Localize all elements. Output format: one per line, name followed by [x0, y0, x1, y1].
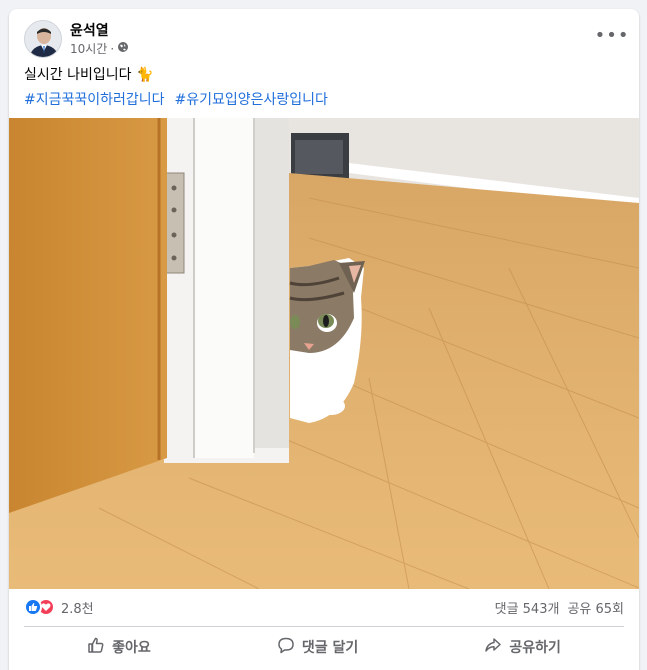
thumbs-up-icon — [87, 636, 105, 658]
post-header: 윤석열 10시간 · ••• — [9, 9, 639, 63]
divider — [24, 626, 624, 627]
post-card: 윤석열 10시간 · ••• 실시간 나비입니다 🐈 #지금꾹꾹이하러갑니다 #… — [9, 9, 639, 670]
post-time[interactable]: 10시간 — [70, 40, 107, 57]
globe-icon[interactable] — [117, 41, 129, 56]
post-text: 실시간 나비입니다 🐈 — [24, 67, 154, 83]
hashtag-list: #지금꾹꾹이하러갑니다 #유기묘입양은사랑입니다 — [24, 89, 328, 109]
comment-label: 댓글 달기 — [301, 640, 359, 656]
author-avatar[interactable] — [24, 20, 62, 58]
share-icon — [484, 636, 502, 658]
like-icon — [24, 598, 42, 616]
post-meta: 10시간 · — [70, 40, 129, 57]
author-name[interactable]: 윤석열 — [70, 20, 109, 40]
hashtag-link[interactable]: #지금꾹꾹이하러갑니다 — [24, 89, 165, 109]
like-button[interactable]: 좋아요 — [73, 630, 165, 664]
comment-icon — [277, 636, 295, 658]
post-actions: 좋아요 댓글 달기 공유하기 — [24, 630, 624, 664]
meta-separator: · — [110, 41, 115, 56]
hashtag-link[interactable]: #유기묘입양은사랑입니다 — [175, 89, 328, 109]
share-button[interactable]: 공유하기 — [470, 630, 575, 664]
share-count[interactable]: 공유 65회 — [567, 598, 624, 617]
comment-count[interactable]: 댓글 543개 — [495, 598, 560, 617]
reaction-count[interactable]: 2.8천 — [61, 598, 94, 617]
reaction-summary[interactable]: 2.8천 — [24, 598, 94, 617]
more-options-icon[interactable]: ••• — [595, 25, 629, 46]
comment-button[interactable]: 댓글 달기 — [263, 630, 372, 664]
like-label: 좋아요 — [112, 640, 151, 656]
reactions-bar: 2.8천 댓글 543개 공유 65회 — [24, 593, 624, 621]
share-label: 공유하기 — [509, 640, 561, 656]
reaction-icons — [24, 598, 55, 616]
engagement-counts: 댓글 543개 공유 65회 — [495, 598, 624, 617]
cat-photo[interactable] — [9, 118, 639, 589]
